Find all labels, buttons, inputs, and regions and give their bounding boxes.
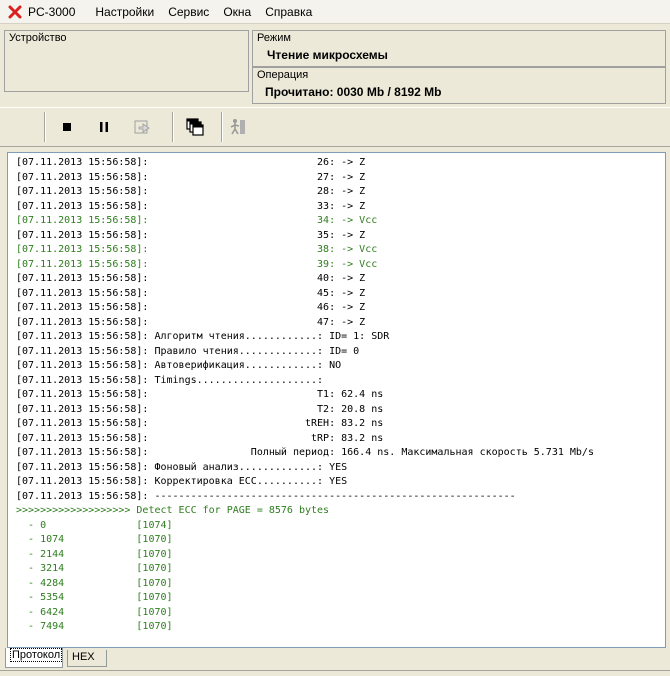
device-panel-label: Устройство: [9, 32, 67, 44]
tab-protocol-label: Протокол: [10, 648, 63, 662]
windows-button[interactable]: [184, 116, 206, 138]
menu-settings[interactable]: Настройки: [95, 5, 154, 19]
log-line: - 3214 [1070]: [16, 563, 173, 574]
log-line: [07.11.2013 15:56:58]: 28: -> Z: [16, 186, 366, 197]
log-line: [07.11.2013 15:56:58]: 34: -> Vcc: [16, 215, 378, 226]
menu-windows[interactable]: Окна: [223, 5, 251, 19]
log-line: [07.11.2013 15:56:58]: -----------------…: [16, 490, 516, 502]
log-line: [07.11.2013 15:56:58]: 40: -> Z: [16, 273, 366, 284]
log-line: - 6424 [1070]: [16, 606, 173, 618]
toolbar-separator: [221, 112, 223, 142]
pause-icon: [100, 122, 108, 132]
log-line: [07.11.2013 15:56:58]: tRP: 83.2 ns: [16, 432, 384, 444]
pause-button[interactable]: [93, 116, 115, 138]
log-line: [07.11.2013 15:56:58]: 38: -> Vcc: [16, 244, 378, 255]
log-line: - 4284 [1070]: [16, 577, 173, 589]
mode-value: Чтение микросхемы: [267, 48, 388, 62]
log-line: [07.11.2013 15:56:58]: 47: -> Z: [16, 316, 366, 328]
log-line: [07.11.2013 15:56:58]: tREH: 83.2 ns: [16, 418, 384, 429]
tab-hex[interactable]: HEX: [67, 650, 107, 667]
windows-icon: [186, 118, 204, 136]
log-line: - 0 [1074]: [16, 519, 173, 531]
log-line: - 2144 [1070]: [16, 548, 173, 560]
exit-button[interactable]: [227, 116, 249, 138]
import-icon: [134, 120, 150, 134]
log-line: [07.11.2013 15:56:58]: Timings..........…: [16, 374, 324, 386]
operation-value: Прочитано: 0030 Mb / 8192 Mb: [265, 85, 442, 99]
log-line: [07.11.2013 15:56:58]: Корректировка ECC…: [16, 476, 348, 487]
tab-hex-label: HEX: [72, 651, 95, 663]
stop-icon: [63, 123, 71, 131]
log-line: [07.11.2013 15:56:58]: 27: -> Z: [16, 171, 366, 183]
log-line: [07.11.2013 15:56:58]: Фоновый анализ...…: [16, 461, 348, 473]
log-line: >>>>>>>>>>>>>>>>>>> Detect ECC for PAGE …: [16, 505, 330, 516]
app-title: PC-3000: [28, 4, 76, 19]
menu-help[interactable]: Справка: [265, 5, 312, 19]
operation-panel: Операция Прочитано: 0030 Mb / 8192 Mb: [252, 67, 666, 104]
menu-bar: PC-3000 Настройки Сервис Окна Справка: [0, 0, 670, 24]
log-line: - 7494 [1070]: [16, 621, 173, 632]
tab-bar: HEX Протокол: [5, 648, 665, 670]
mode-panel-label: Режим: [257, 32, 291, 44]
log-line: [07.11.2013 15:56:58]: 33: -> Z: [16, 200, 366, 212]
log-line: [07.11.2013 15:56:58]: Полный период: 16…: [16, 447, 594, 458]
toolbar-separator: [44, 112, 46, 142]
log-line: [07.11.2013 15:56:58]: Автоверификация..…: [16, 360, 342, 371]
device-panel: Устройство: [4, 30, 249, 92]
menu-service[interactable]: Сервис: [168, 5, 209, 19]
log-line: [07.11.2013 15:56:58]: Правило чтения...…: [16, 345, 360, 357]
log-output[interactable]: [07.11.2013 15:56:58]: 26: -> Z [07.11.20…: [7, 152, 666, 648]
log-line: [07.11.2013 15:56:58]: 26: -> Z: [16, 157, 366, 168]
log-line: [07.11.2013 15:56:58]: 35: -> Z: [16, 229, 366, 241]
log-line: [07.11.2013 15:56:58]: 39: -> Vcc: [16, 258, 378, 270]
log-line: [07.11.2013 15:56:58]: T2: 20.8 ns: [16, 403, 384, 415]
exit-icon: [230, 119, 245, 135]
log-line: [07.11.2013 15:56:58]: 45: -> Z: [16, 287, 366, 299]
log-line: [07.11.2013 15:56:58]: 46: -> Z: [16, 302, 366, 313]
log-line: - 1074 [1070]: [16, 534, 173, 545]
toolbar-separator: [172, 112, 174, 142]
operation-panel-label: Операция: [257, 69, 309, 81]
app-logo-icon[interactable]: [8, 5, 22, 19]
stop-button[interactable]: [56, 116, 78, 138]
log-line: - 5354 [1070]: [16, 592, 173, 603]
status-bar: [0, 670, 670, 676]
import-button[interactable]: [132, 116, 154, 138]
tab-protocol[interactable]: Протокол: [5, 648, 63, 668]
toolbar: [0, 107, 670, 147]
log-line: [07.11.2013 15:56:58]: Алгоритм чтения..…: [16, 331, 390, 342]
mode-panel: Режим Чтение микросхемы: [252, 30, 666, 67]
log-line: [07.11.2013 15:56:58]: T1: 62.4 ns: [16, 389, 384, 400]
